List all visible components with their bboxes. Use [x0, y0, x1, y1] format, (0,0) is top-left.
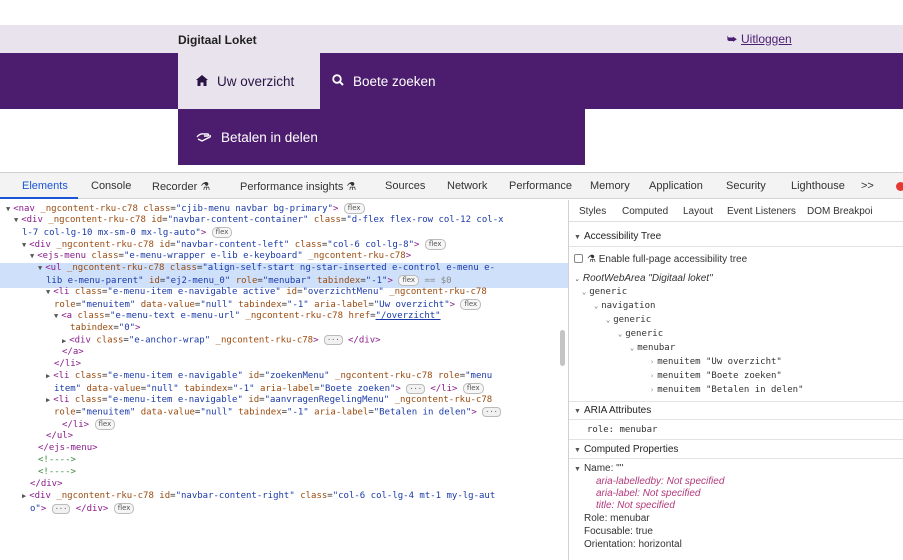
ax-node-menubar[interactable]: ⌄ menubar: [630, 343, 675, 353]
dom-node[interactable]: ▼ <a class="e-menu-text e-menu-url" _ngco…: [54, 311, 568, 323]
website-viewport: Digitaal Loket ⮩ Uitloggen Uw overzicht B…: [0, 0, 903, 172]
computed-name-row[interactable]: ▼ Name: "": [574, 463, 623, 474]
dom-node: </a>: [62, 347, 84, 357]
dom-node[interactable]: ▼ <ejs-menu class="e-menu-wrapper e-lib e…: [30, 251, 568, 263]
dom-node: </li> flex: [62, 419, 568, 432]
dom-node: l-7 col-lg-10 mx-sm-0 mx-lg-auto"> flex: [22, 227, 568, 240]
tab-lighthouse[interactable]: Lighthouse: [791, 180, 845, 192]
more-tabs-button[interactable]: >>: [861, 180, 874, 192]
site-navbar: Uw overzicht Boete zoeken Betalen in del…: [0, 53, 903, 165]
logout-link[interactable]: ⮩ Uitloggen: [727, 32, 792, 46]
search-icon: [332, 73, 344, 89]
ax-node-menuitem[interactable]: › menuitem "Boete zoeken": [650, 371, 782, 381]
side-tab-styles[interactable]: Styles: [579, 206, 606, 217]
side-tab-dom-breakpoints[interactable]: DOM Breakpoi: [807, 206, 873, 217]
dom-node[interactable]: ▼ <div _ngcontent-rku-c78 id="navbar-cont…: [14, 215, 568, 227]
full-page-tree-checkbox[interactable]: ⚗ Enable full-page accessibility tree: [574, 254, 747, 265]
computed-labelledby-row: aria-labelledby: Not specified: [596, 476, 725, 487]
nav-item-label: Betalen in delen: [221, 129, 318, 145]
dom-comment: <!---->: [38, 455, 76, 465]
tab-sources[interactable]: Sources: [385, 180, 425, 192]
accessibility-side-panel: Styles Computed Layout Event Listeners D…: [569, 200, 903, 560]
dom-comment: <!---->: [38, 467, 76, 477]
dom-node: </ul>: [46, 431, 74, 441]
site-brand: Digitaal Loket: [178, 33, 257, 47]
dom-node[interactable]: ▼ <nav _ngcontent-rku-c78 class="cjib-men…: [6, 203, 568, 216]
elements-scrollbar[interactable]: [560, 330, 565, 366]
dom-node[interactable]: ▶ <li class="e-menu-item e-navigable" id=…: [46, 395, 568, 407]
elements-tree[interactable]: ▼ <nav _ngcontent-rku-c78 class="cjib-men…: [0, 200, 568, 560]
tab-security[interactable]: Security: [726, 180, 766, 192]
tab-recorder[interactable]: Recorder ⚗: [152, 180, 210, 193]
logout-label: Uitloggen: [741, 32, 792, 46]
side-tab-computed[interactable]: Computed: [622, 206, 668, 217]
ax-node-generic[interactable]: ⌄ generic: [582, 287, 627, 297]
side-tab-event-listeners[interactable]: Event Listeners: [727, 206, 796, 217]
flask-icon: ⚗: [587, 254, 596, 265]
flask-icon: ⚗: [200, 181, 211, 193]
dom-node[interactable]: ▼ <li class="e-menu-item e-navigable acti…: [46, 287, 568, 299]
ax-node-generic[interactable]: ⌄ generic: [618, 329, 663, 339]
computed-role-row: Role: menubar: [584, 513, 650, 524]
dom-node: o"> ··· </div> flex: [30, 503, 568, 516]
tab-network[interactable]: Network: [447, 180, 487, 192]
dom-node: </li>: [54, 359, 82, 369]
home-icon: [196, 74, 208, 89]
tab-performance[interactable]: Performance: [509, 180, 572, 192]
ax-node-generic[interactable]: ⌄ generic: [606, 315, 651, 325]
tab-application[interactable]: Application: [649, 180, 703, 192]
dom-node[interactable]: ▼ <div _ngcontent-rku-c78 id="navbar-cont…: [22, 239, 568, 252]
logout-icon: ⮩: [727, 34, 738, 46]
computed-focusable-row: Focusable: true: [584, 526, 653, 537]
flask-icon: ⚗: [346, 181, 357, 193]
ax-node-navigation[interactable]: ⌄ navigation: [594, 301, 655, 311]
dom-node-selected[interactable]: ▼ <ul _ngcontent-rku-c78 class="align-sel…: [0, 263, 568, 275]
computed-title-row: title: Not specified: [596, 500, 675, 511]
dom-node: role="menuitem" data-value="null" tabind…: [54, 299, 568, 312]
dom-node: item" data-value="null" tabindex="-1" ar…: [54, 383, 568, 396]
site-header: Digitaal Loket ⮩ Uitloggen: [0, 25, 903, 53]
dom-node: role="menuitem" data-value="null" tabind…: [54, 407, 568, 419]
nav-item-label: Boete zoeken: [353, 73, 436, 89]
devtools-tabbar: Elements Console Recorder ⚗ Performance …: [0, 173, 903, 199]
dom-node: </ejs-menu>: [38, 443, 98, 453]
side-tabbar: Styles Computed Layout Event Listeners D…: [569, 200, 903, 222]
ax-node-menuitem[interactable]: › menuitem "Betalen in delen": [650, 385, 804, 395]
checkbox[interactable]: [574, 254, 583, 263]
nav-item-overview[interactable]: Uw overzicht: [178, 53, 320, 109]
dom-node: </div>: [30, 479, 63, 489]
side-tab-layout[interactable]: Layout: [683, 206, 713, 217]
error-indicator-icon[interactable]: [896, 182, 903, 191]
nav-item-label: Uw overzicht: [217, 73, 295, 89]
dom-node[interactable]: ▶ <div class="e-anchor-wrap" _ngcontent-r…: [62, 335, 568, 347]
tab-memory[interactable]: Memory: [590, 180, 630, 192]
tab-performance-insights[interactable]: Performance insights ⚗: [240, 180, 356, 193]
accessibility-tree-header[interactable]: ▼ Accessibility Tree: [574, 231, 661, 242]
tab-console[interactable]: Console: [91, 180, 131, 192]
nav-item-pay-installments[interactable]: Betalen in delen: [178, 109, 318, 165]
aria-role-row: role: menubar: [587, 425, 658, 435]
devtools-panel: Elements Console Recorder ⚗ Performance …: [0, 172, 903, 560]
dom-node[interactable]: ▶ <li class="e-menu-item e-navigable" id=…: [46, 371, 568, 383]
dom-node: tabindex="0">: [70, 323, 141, 333]
computed-properties-header[interactable]: ▼ Computed Properties: [574, 444, 678, 455]
dom-node[interactable]: ▶ <div _ngcontent-rku-c78 id="navbar-cont…: [22, 491, 568, 503]
nav-item-search[interactable]: Boete zoeken: [320, 53, 480, 109]
tab-elements[interactable]: Elements: [22, 180, 68, 192]
dom-node-selected[interactable]: lib e-menu-parent" id="ej2-menu_0" role=…: [0, 275, 568, 288]
ax-node-menuitem[interactable]: › menuitem "Uw overzicht": [650, 357, 782, 367]
payment-icon: [196, 130, 212, 145]
computed-aria-label-row: aria-label: Not specified: [596, 488, 701, 499]
computed-orientation-row: Orientation: horizontal: [584, 539, 682, 550]
ax-node-root[interactable]: ⌄ RootWebArea "Digitaal loket": [574, 273, 713, 284]
aria-attributes-header[interactable]: ▼ ARIA Attributes: [574, 405, 651, 416]
